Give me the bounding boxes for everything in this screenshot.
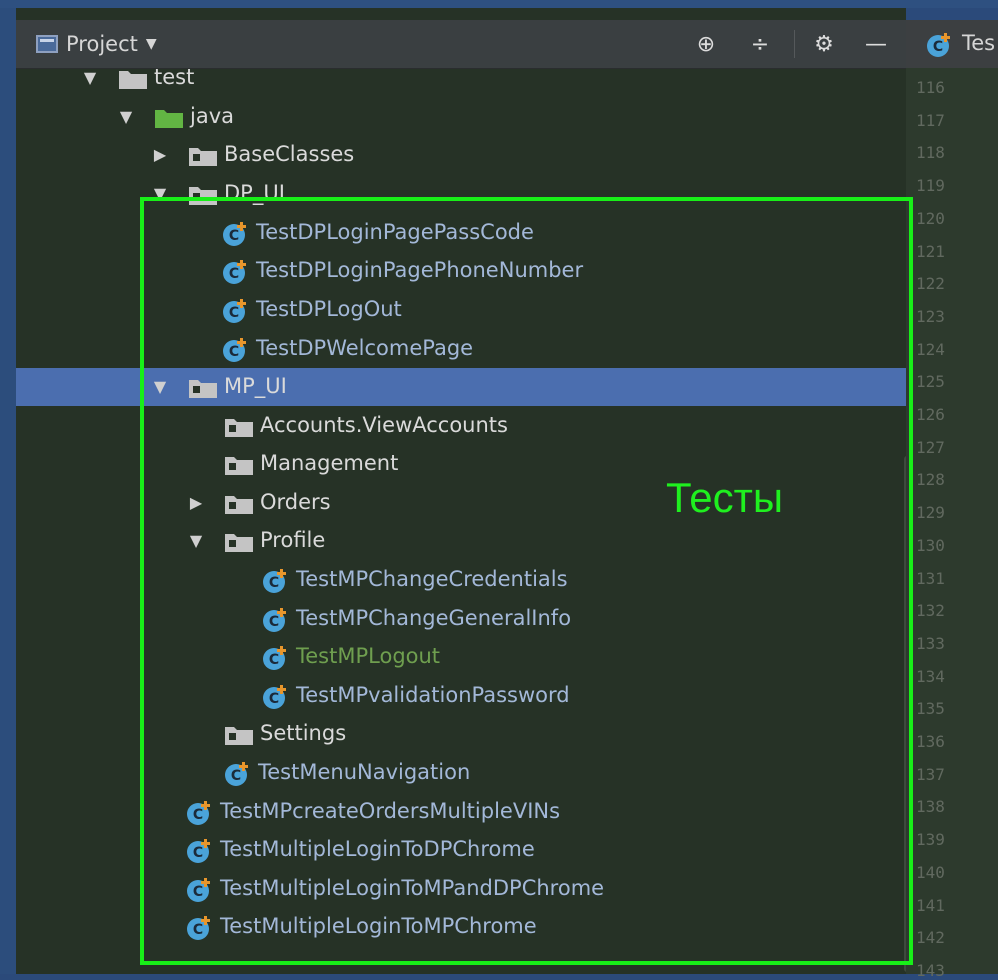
editor-tab-title[interactable]: Tes [962, 31, 995, 55]
line-number: 142 [916, 928, 945, 948]
line-number: 141 [916, 895, 945, 915]
window-left-border [0, 8, 16, 974]
line-number: 136 [916, 732, 945, 751]
line-number: 122 [916, 274, 945, 294]
line-number: 116 [916, 78, 945, 97]
line-number: 125 [916, 372, 945, 392]
tree-row-baseclasses[interactable]: ▶ BaseClasses [16, 136, 906, 174]
collapse-arrow-icon[interactable]: ▶ [152, 145, 168, 164]
project-icon [36, 35, 58, 53]
annotation-highlight-box [140, 197, 913, 965]
locate-icon[interactable]: ⊕ [692, 30, 720, 58]
line-number: 128 [916, 470, 945, 490]
line-number: 127 [916, 437, 945, 457]
line-number: 137 [916, 764, 945, 784]
annotation-label: Тесты [666, 474, 784, 521]
ide-window: ▼ test ▼ java ▶ BaseClasses ▼ DP_UI C TestDPLogin… [0, 0, 998, 980]
svg-text:C: C [933, 39, 943, 55]
line-number: 133 [916, 633, 945, 653]
line-number: 126 [916, 405, 945, 424]
line-number: 131 [916, 568, 945, 588]
gear-icon[interactable]: ⚙ [810, 30, 838, 58]
line-number: 121 [916, 241, 945, 261]
line-number: 120 [916, 208, 945, 228]
line-number: 118 [916, 143, 945, 163]
line-number: 138 [916, 797, 945, 817]
collapse-all-icon[interactable]: ÷ [746, 30, 774, 58]
folder-icon [118, 68, 148, 94]
expand-arrow-icon[interactable]: ▼ [82, 68, 98, 87]
package-icon [188, 145, 218, 171]
line-number: 129 [916, 503, 945, 523]
header-divider [794, 30, 795, 58]
line-number: 134 [916, 666, 945, 686]
line-number: 119 [916, 176, 945, 196]
line-number: 117 [916, 110, 945, 130]
line-number: 130 [916, 535, 945, 555]
tree-item-label: BaseClasses [224, 142, 355, 166]
tree-row-java[interactable]: ▼ java [16, 98, 906, 136]
line-number: 140 [916, 862, 945, 882]
source-folder-icon [154, 107, 184, 133]
line-number: 132 [916, 601, 945, 621]
window-top-border [0, 0, 998, 8]
expand-arrow-icon[interactable]: ▼ [118, 107, 134, 126]
line-number: 139 [916, 830, 945, 850]
project-view-label: Project [66, 32, 138, 56]
hide-panel-icon[interactable]: — [862, 30, 890, 58]
project-panel-header: Project ▼ ⊕ ÷ ⚙ — [16, 20, 906, 69]
line-number: 135 [916, 699, 945, 719]
editor-tab-bar: C Tes [906, 20, 998, 68]
line-number: 123 [916, 306, 945, 326]
chevron-down-icon: ▼ [145, 36, 157, 52]
line-number: 124 [916, 339, 945, 359]
line-number: 143 [916, 960, 945, 980]
tree-item-label: java [190, 104, 234, 128]
editor-line-gutter: 116 117 118 119 120 121 122 123 124 125 126 127 128 1… [906, 68, 998, 980]
java-class-icon: C [926, 32, 952, 62]
project-view-selector[interactable]: Project ▼ [36, 32, 157, 56]
